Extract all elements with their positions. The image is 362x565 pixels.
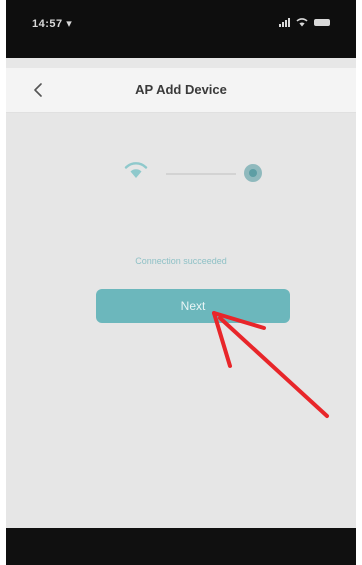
nav-bar: AP Add Device [6,68,356,113]
status-time: 14:57 ▾ [32,18,73,30]
signal-icon [279,17,290,27]
phone-screen: 14:57 ▾ AP Add Device Connection succeed… [6,0,356,565]
device-icon [244,164,262,182]
status-bar: 14:57 ▾ [6,0,356,58]
status-icons [279,17,330,27]
page-title: AP Add Device [135,82,227,97]
connection-status-message: Connection succeeded [135,256,227,266]
battery-icon [314,18,330,26]
next-button[interactable]: Next [96,289,290,323]
wifi-icon [124,162,148,178]
wifi-status-icon [296,18,308,27]
main-content: Connection succeeded Next [6,113,356,528]
connection-line [166,173,236,175]
screenshot-frame: 14:57 ▾ AP Add Device Connection succeed… [0,0,362,565]
home-indicator-bar [6,528,356,565]
